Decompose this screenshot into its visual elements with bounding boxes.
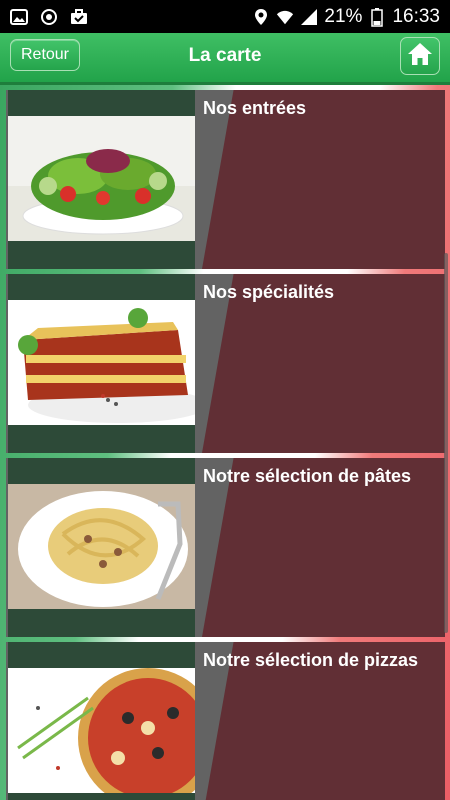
salad-image (8, 116, 195, 241)
scrollbar[interactable] (444, 253, 448, 633)
thumbnail (8, 458, 195, 637)
menu-item-pizzas[interactable]: Notre sélection de pizzas (6, 642, 445, 800)
menu-item-specialites[interactable]: Nos spécialités (6, 274, 445, 453)
page-title: La carte (188, 45, 262, 66)
home-button[interactable] (400, 37, 440, 75)
signal-icon (300, 8, 318, 26)
menu-item-label: Notre sélection de pizzas (203, 650, 419, 670)
sync-icon (40, 8, 58, 26)
menu-item-label: Nos entrées (203, 98, 307, 118)
menu-item-label: Nos spécialités (203, 282, 335, 302)
image-icon (10, 8, 28, 26)
pizza-image (8, 668, 195, 793)
menu-item-pates[interactable]: Notre sélection de pâtes (6, 458, 445, 637)
thumbnail (8, 274, 195, 453)
briefcase-icon (70, 8, 88, 26)
wifi-icon (276, 8, 294, 26)
battery-percentage: 21% (324, 5, 363, 27)
thumbnail (8, 642, 195, 800)
menu-content: Nos entrées Nos spécialités Notre sélect… (0, 85, 450, 800)
location-icon (252, 8, 270, 26)
battery-icon (368, 7, 386, 27)
thumbnail (8, 90, 195, 269)
menu-item-entrees[interactable]: Nos entrées (6, 90, 445, 269)
app-header: Retour La carte (0, 33, 450, 85)
menu-list: Nos entrées Nos spécialités Notre sélect… (6, 90, 445, 800)
menu-item-label: Notre sélection de pâtes (203, 466, 412, 486)
home-icon (407, 42, 433, 71)
clock: 16:33 (392, 5, 440, 27)
lasagna-image (8, 300, 195, 425)
pasta-image (8, 484, 195, 609)
status-bar: 21% 16:33 (0, 0, 450, 33)
